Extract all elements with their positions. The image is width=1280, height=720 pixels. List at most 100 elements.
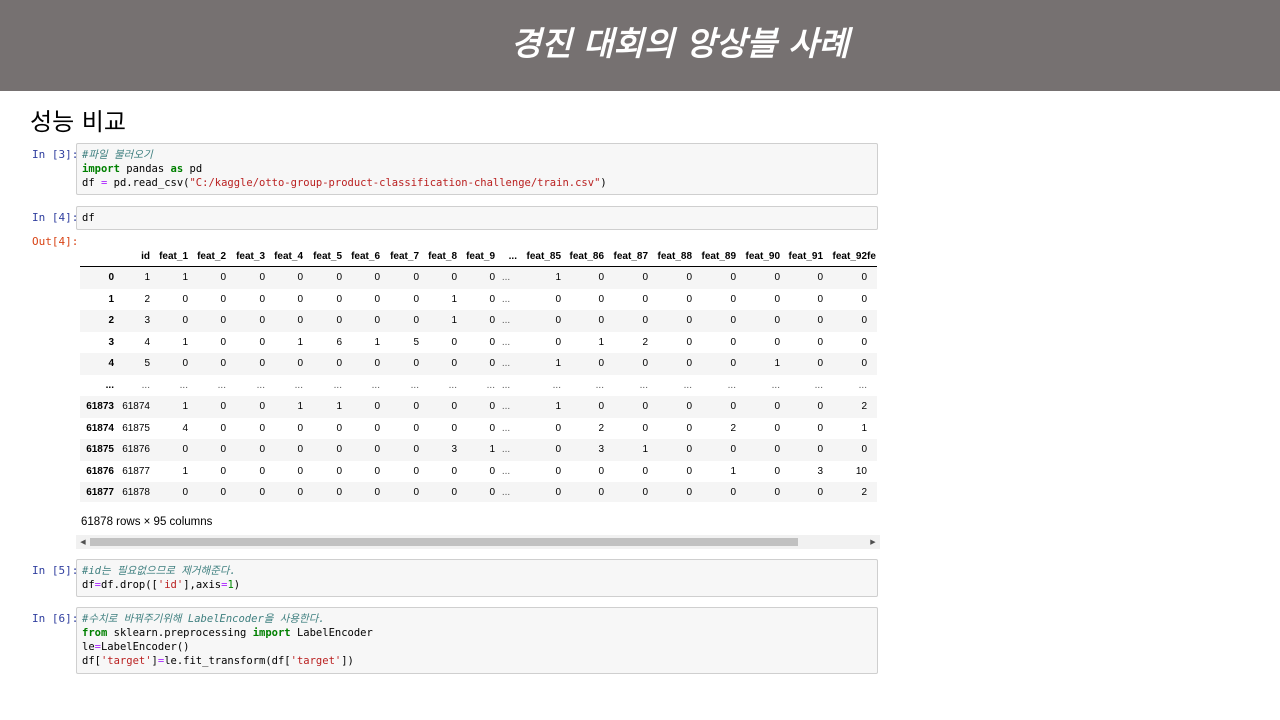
cell-prompt-in-4: In [4]: (32, 211, 79, 224)
table-cell: 0 (817, 336, 823, 348)
table-cell: 1 (642, 444, 648, 456)
table-cell: ... (371, 379, 380, 391)
table-cell: 61874 (122, 401, 150, 413)
table-cell: 0 (297, 422, 303, 434)
table-cell: 0 (220, 358, 226, 370)
column-header: feat_8 (419, 246, 457, 267)
code-cell-in-5[interactable]: #id는 필요없으므로 제거해준다. df=df.drop(['id'],axis… (76, 559, 878, 597)
table-cell: 0 (686, 315, 692, 327)
table-cell: ... (448, 379, 457, 391)
table-cell: 0 (817, 315, 823, 327)
table-cell: 0 (336, 422, 342, 434)
table-cell: 0 (686, 293, 692, 305)
table-cell: 1 (182, 465, 188, 477)
code-line: df = pd.read_csv("C:/kaggle/otto-group-p… (82, 176, 872, 190)
table-cell: ... (501, 379, 511, 391)
code-token: #id는 필요없으므로 제거해준다. (82, 565, 236, 577)
table-cell: 0 (336, 293, 342, 305)
table-cell: ... (501, 401, 511, 413)
table-cell: 0 (774, 293, 780, 305)
cell-prompt-in-6: In [6]: (32, 612, 79, 625)
table-cell: 0 (686, 422, 692, 434)
table-cell: 0 (861, 358, 867, 370)
row-index: 61874 (86, 422, 114, 434)
table-cell: 0 (642, 422, 648, 434)
code-text: #파일 불러오기 import pandas as pd df = pd.read_… (77, 144, 877, 194)
scroll-thumb[interactable] (90, 538, 798, 546)
table-cell: 6 (336, 336, 342, 348)
column-header: feat_5 (303, 246, 342, 267)
table-cell: 1 (182, 401, 188, 413)
table-cell: 0 (413, 358, 419, 370)
column-header: ... (495, 246, 517, 267)
dataframe-header: id feat_1 feat_2 feat_3 feat_4 feat_5 feat_6 fe… (80, 246, 877, 267)
row-index: 1 (108, 293, 114, 305)
code-token: import (252, 627, 291, 639)
table-cell: ... (501, 422, 511, 434)
table-cell: 0 (686, 444, 692, 456)
table-cell (867, 439, 877, 461)
code-token: LabelEncoder (290, 627, 373, 639)
table-cell: 0 (489, 293, 495, 305)
table-cell: 0 (336, 444, 342, 456)
column-header: feat_87 (604, 246, 648, 267)
dataframe-table: id feat_1 feat_2 feat_3 feat_4 feat_5 feat_6 fe… (80, 246, 877, 502)
table-cell: 2 (598, 422, 604, 434)
table-cell: 0 (259, 422, 265, 434)
code-token: df (82, 579, 95, 591)
slide-header: 경진 대회의 앙상블 사례 (0, 0, 1280, 91)
code-line: #수치로 바꿔주기위해 LabelEncoder을 사용한다. (82, 612, 872, 626)
table-cell: 4 (144, 336, 150, 348)
table-cell: 61877 (122, 465, 150, 477)
table-cell: ... (858, 379, 867, 391)
code-cell-in-6[interactable]: #수치로 바꿔주기위해 LabelEncoder을 사용한다. from skle… (76, 607, 878, 674)
table-cell: 0 (259, 444, 265, 456)
table-row: 61875 61876 0 0 0 0 0 0 0 3 1... 0 3 1 0 0 0 0 0 (80, 439, 877, 461)
code-token: pandas (119, 163, 171, 175)
code-token: pd (183, 163, 203, 175)
code-text: #id는 필요없으므로 제거해준다. df=df.drop(['id'],axis… (77, 560, 877, 596)
table-cell: 2 (861, 487, 867, 499)
table-cell: 0 (730, 272, 736, 284)
table-cell: 2 (730, 422, 736, 434)
table-cell: 0 (730, 315, 736, 327)
scroll-right-arrow-icon[interactable]: ▶ (866, 535, 880, 549)
table-cell: 0 (686, 401, 692, 413)
table-cell: 0 (374, 401, 380, 413)
table-row: 4 5 0 0 0 0 0 0 0 0 0... 1 0 0 0 0 1 0 0 (80, 353, 877, 375)
table-cell: 0 (774, 422, 780, 434)
code-cell-in-3[interactable]: #파일 불러오기 import pandas as pd df = pd.read_… (76, 143, 878, 195)
row-index: 61875 (86, 444, 114, 456)
table-cell: 1 (774, 358, 780, 370)
code-cell-in-4[interactable]: df (76, 206, 878, 230)
table-cell (867, 461, 877, 483)
table-cell: 0 (220, 401, 226, 413)
table-cell: 0 (259, 336, 265, 348)
code-token: ],axis (183, 579, 222, 591)
code-token: import (82, 163, 120, 175)
scroll-left-arrow-icon[interactable]: ◀ (76, 535, 90, 549)
table-cell: 0 (220, 293, 226, 305)
table-cell: 5 (413, 336, 419, 348)
horizontal-scrollbar[interactable]: ◀ ▶ (76, 535, 880, 549)
table-cell: 1 (555, 401, 561, 413)
code-text: #수치로 바꿔주기위해 LabelEncoder을 사용한다. from skle… (77, 608, 877, 672)
table-row: 61877 61878 0 0 0 0 0 0 0 0 0... 0 0 0 0 0 0 0 2 (80, 482, 877, 502)
table-cell: 1 (144, 272, 150, 284)
table-cell: 0 (489, 401, 495, 413)
code-line: import pandas as pd (82, 162, 872, 176)
table-cell: 0 (297, 293, 303, 305)
table-cell: 0 (686, 336, 692, 348)
table-cell (867, 310, 877, 332)
table-cell: 0 (642, 272, 648, 284)
table-cell: ... (552, 379, 561, 391)
table-cell: 0 (730, 336, 736, 348)
table-cell: ... (639, 379, 648, 391)
code-token: le.fit_transform(df[ (164, 655, 291, 667)
table-cell: 0 (374, 465, 380, 477)
table-cell (867, 482, 877, 502)
row-index: 4 (108, 358, 114, 370)
table-cell: 3 (817, 465, 823, 477)
table-cell: 0 (336, 465, 342, 477)
table-cell: ... (501, 336, 511, 348)
